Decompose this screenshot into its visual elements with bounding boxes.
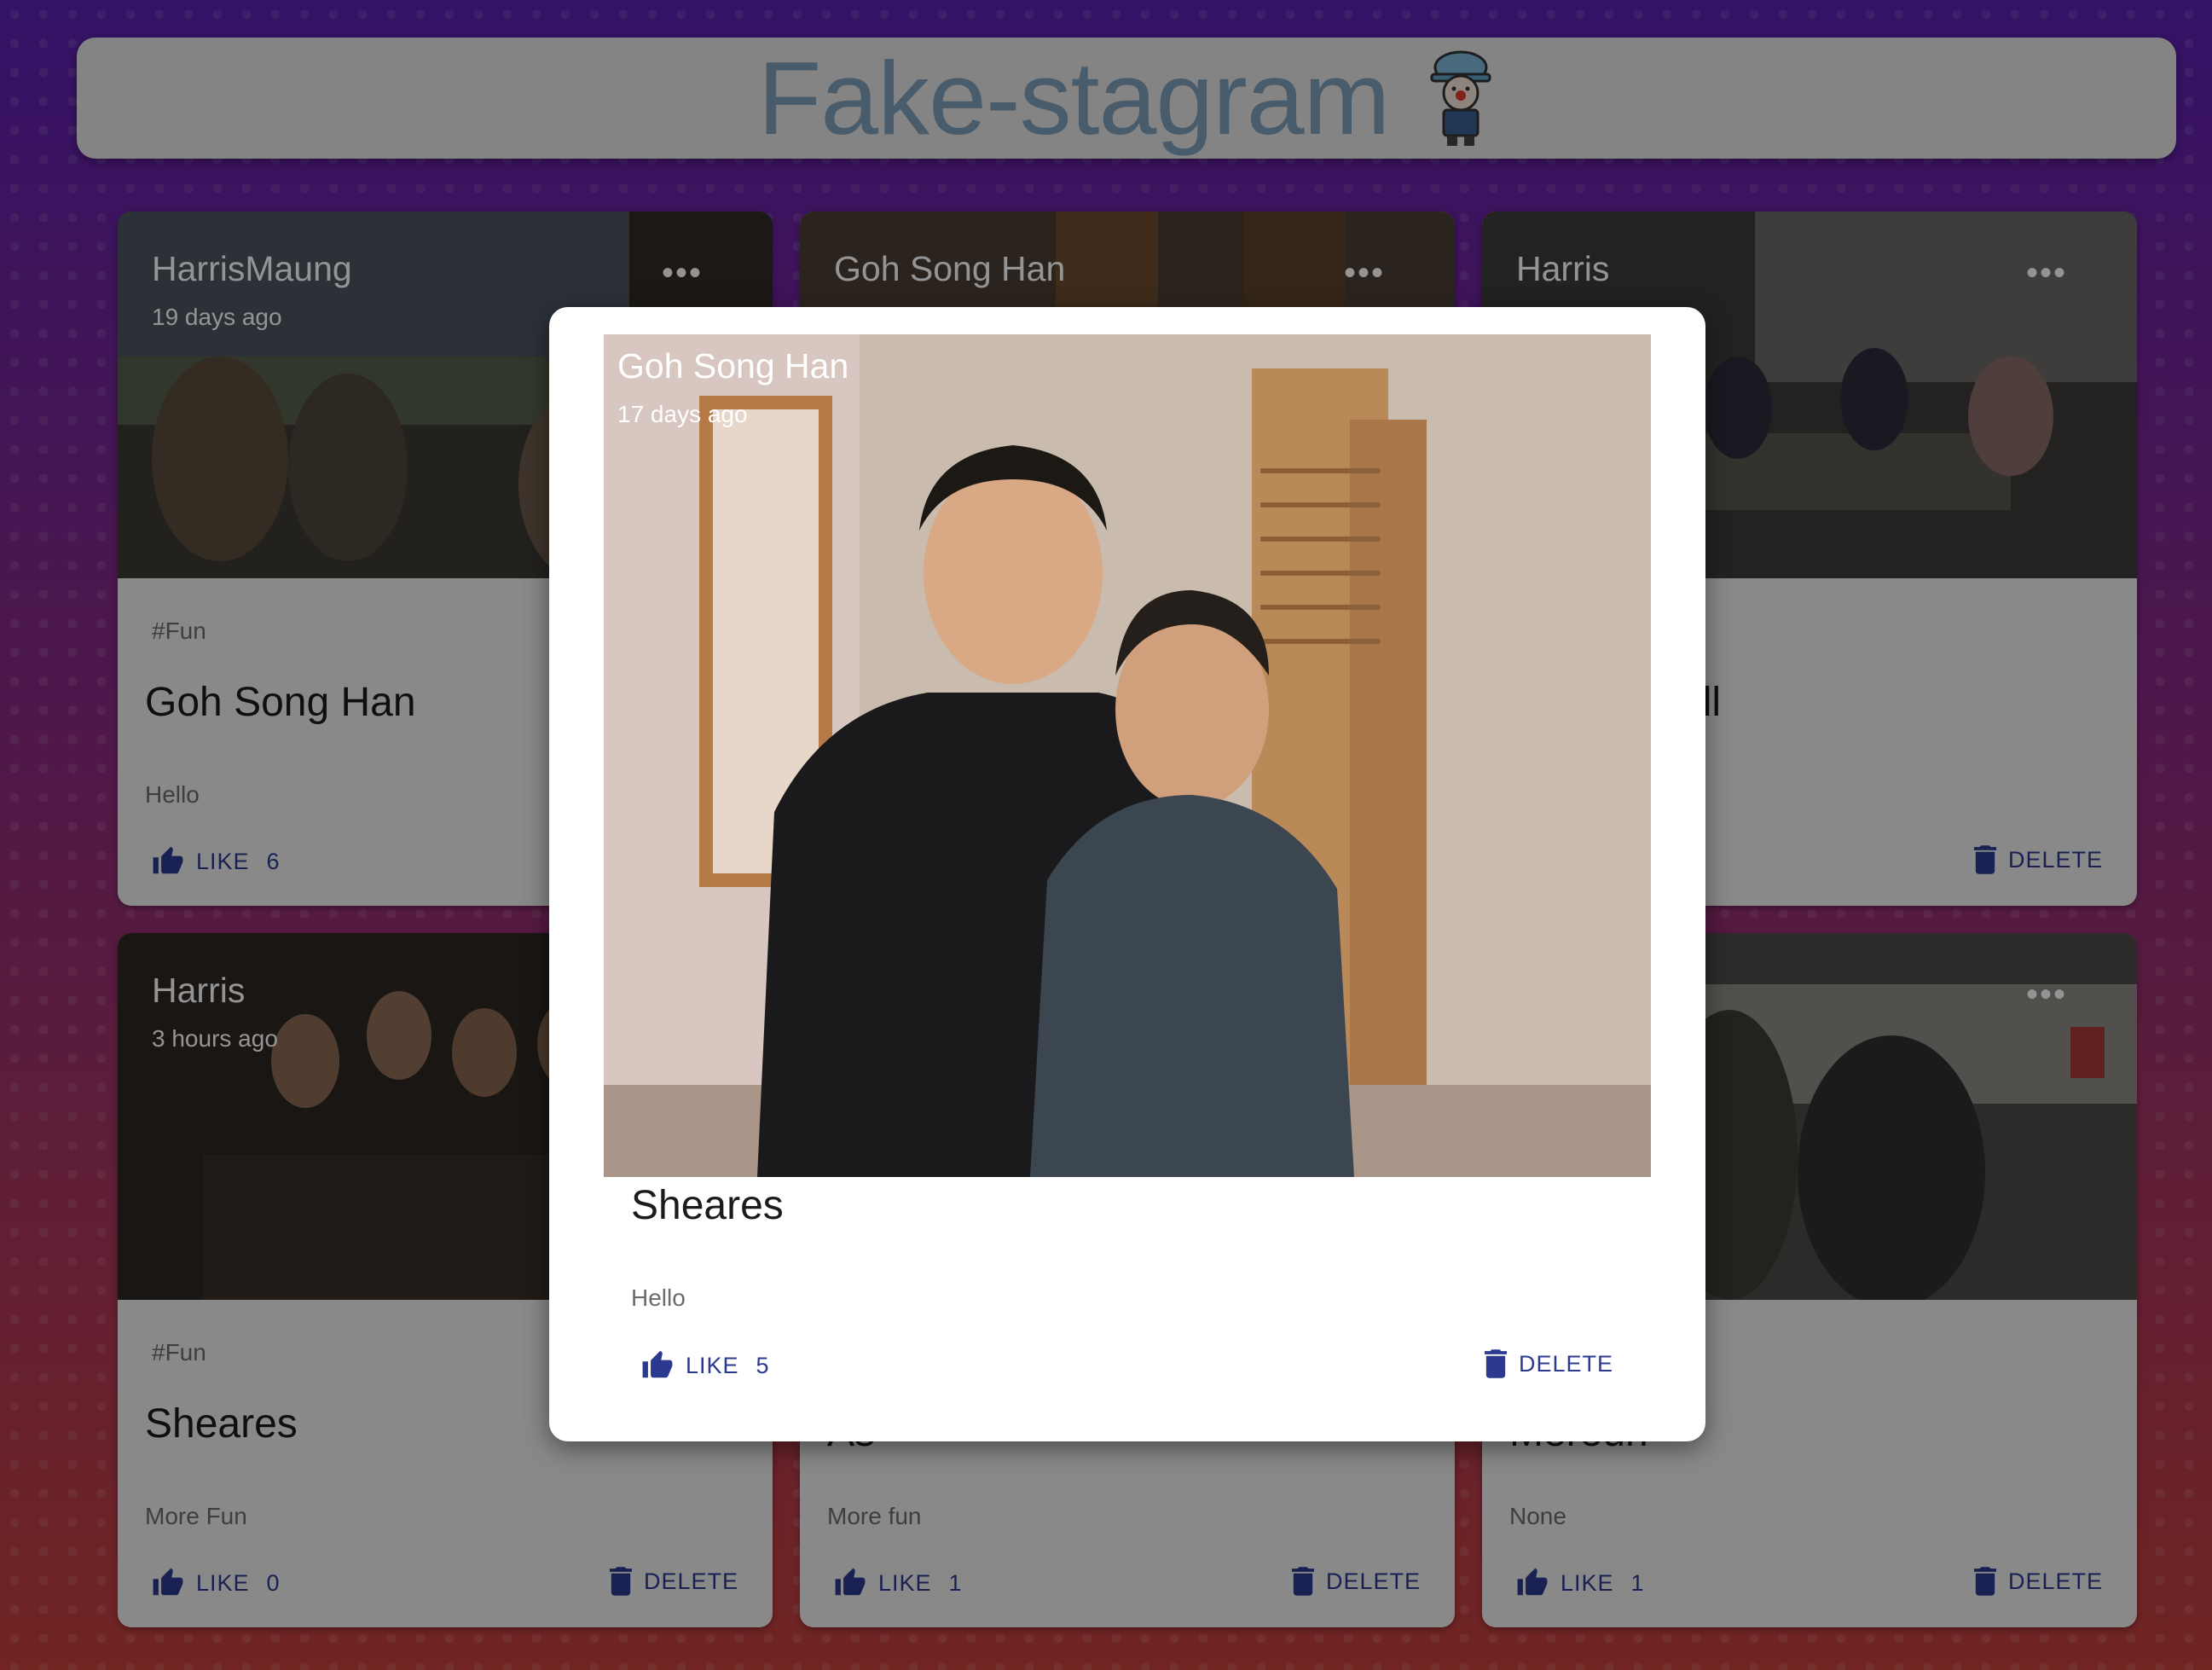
like-count: 5 (756, 1352, 770, 1378)
modal-photo: Goh Song Han 17 days ago (604, 334, 1651, 1177)
modal-time: 17 days ago (617, 401, 748, 427)
modal-like-button[interactable]: LIKE 5 (641, 1349, 770, 1382)
trash-icon (1484, 1349, 1507, 1378)
modal-delete-button[interactable]: DELETE (1484, 1349, 1613, 1378)
delete-label: DELETE (1518, 1350, 1613, 1377)
thumb-up-icon (642, 1350, 673, 1378)
modal-author: Goh Song Han (617, 346, 849, 386)
like-label: LIKE (686, 1352, 739, 1378)
post-detail-modal: Goh Song Han 17 days ago Sheares Hello L… (549, 307, 1705, 1441)
modal-title: Sheares (631, 1183, 784, 1228)
modal-description: Hello (631, 1284, 686, 1311)
